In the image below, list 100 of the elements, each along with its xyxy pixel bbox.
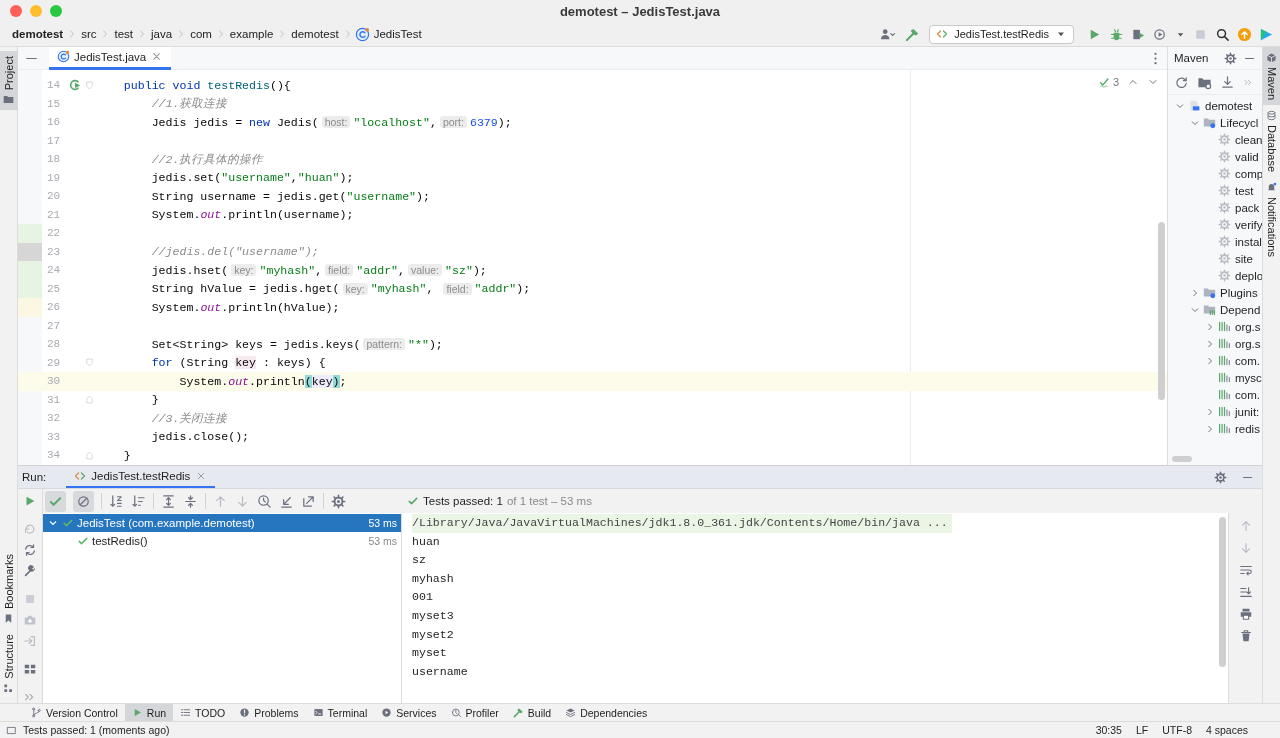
tool-window-button[interactable]: Bookmarks [0, 549, 18, 630]
breadcrumb[interactable]: demotest [10, 28, 66, 40]
tree-item[interactable]: clean [1235, 133, 1262, 146]
change-marker[interactable] [18, 298, 42, 317]
cycle-icon[interactable] [23, 543, 37, 557]
tree-item[interactable]: comp [1235, 167, 1262, 180]
line-separator[interactable]: LF [1135, 724, 1149, 736]
triangle-icon[interactable] [1259, 26, 1274, 42]
tree-item[interactable]: Depend [1220, 303, 1261, 316]
tool-window-button[interactable]: Maven [1262, 47, 1280, 106]
tool-window-button[interactable]: Build [505, 703, 559, 722]
breadcrumb[interactable]: src [79, 28, 99, 40]
tree-item[interactable]: instal [1235, 235, 1262, 248]
wrench-icon[interactable] [23, 564, 37, 578]
tree-item[interactable]: com. [1235, 354, 1260, 367]
breadcrumb[interactable]: java [149, 28, 175, 40]
settings-icon[interactable] [331, 493, 346, 509]
export-icon[interactable] [301, 493, 316, 509]
tool-window-button[interactable]: TODO [173, 703, 233, 722]
tree-item[interactable]: org.s [1235, 320, 1261, 333]
scrollbar[interactable] [1219, 517, 1226, 667]
indent-setting[interactable]: 4 spaces [1205, 724, 1248, 736]
camera-icon[interactable] [23, 613, 37, 627]
collapse-all-icon[interactable] [183, 493, 198, 509]
tool-window-button[interactable]: Dependencies [558, 703, 655, 722]
change-marker[interactable] [18, 261, 42, 280]
tool-window-button[interactable]: Terminal [305, 703, 375, 722]
test-tree-row[interactable]: testRedis() 53 ms [43, 532, 401, 550]
editor-tab[interactable]: JedisTest.java [49, 46, 172, 70]
settings-icon[interactable] [1224, 51, 1237, 65]
tree-item[interactable]: test [1235, 184, 1254, 197]
exit-icon[interactable] [23, 634, 37, 648]
breadcrumb[interactable]: test [112, 28, 135, 40]
layout-icon[interactable] [23, 662, 37, 676]
history-icon[interactable] [257, 493, 272, 509]
caret-position[interactable]: 30:35 [1095, 724, 1122, 736]
refresh-icon[interactable] [1174, 74, 1189, 90]
tool-window-button[interactable]: Run [124, 703, 174, 722]
breadcrumb[interactable]: example [227, 28, 276, 40]
window-icon[interactable] [6, 724, 17, 736]
arrow-up-icon[interactable] [213, 493, 228, 509]
tool-window-button[interactable]: Project [0, 51, 18, 111]
tool-window-button[interactable]: Database [1262, 105, 1280, 178]
breadcrumb[interactable]: demotest [289, 28, 341, 40]
scrollbar[interactable] [1172, 456, 1192, 462]
print-icon[interactable] [1238, 607, 1253, 621]
tool-window-button[interactable]: Services [374, 703, 444, 722]
close-window-button[interactable] [10, 5, 22, 17]
trash-icon[interactable] [1238, 629, 1253, 643]
tree-item[interactable]: deplo [1235, 269, 1262, 282]
breadcrumb[interactable]: com [188, 28, 214, 40]
tree-item[interactable]: redis [1235, 422, 1260, 435]
show-ignored-toggle[interactable] [73, 490, 94, 512]
show-passed-toggle[interactable] [45, 490, 66, 512]
tree-item[interactable]: Lifecycl [1220, 116, 1259, 129]
tree-item[interactable]: site [1235, 252, 1253, 265]
tool-window-button[interactable]: Notifications [1262, 177, 1280, 263]
fold-icon[interactable] [84, 357, 95, 369]
tree-item[interactable]: verify [1235, 218, 1262, 231]
tree-item[interactable]: valid [1235, 150, 1259, 163]
run-test-icon[interactable] [68, 78, 82, 93]
rerun-icon[interactable] [23, 522, 37, 536]
console-output: myhash [412, 570, 454, 587]
tree-item[interactable]: junit: [1235, 405, 1260, 418]
update-icon[interactable] [1237, 26, 1252, 42]
sort-by-duration-icon[interactable] [131, 493, 146, 509]
fold-icon[interactable] [84, 394, 95, 406]
tree-item[interactable]: org.s [1235, 337, 1261, 350]
tree-item[interactable]: pack [1235, 201, 1260, 214]
tool-window-button[interactable]: Problems [232, 703, 306, 722]
change-marker[interactable] [18, 224, 42, 243]
tree-item[interactable]: demotest [1205, 99, 1253, 112]
fold-icon[interactable] [84, 79, 95, 91]
tool-window-button[interactable]: Version Control [24, 703, 125, 722]
zoom-window-button[interactable] [50, 5, 62, 17]
expand-all-icon[interactable] [161, 493, 176, 509]
inspection-status[interactable]: 3 [1098, 76, 1119, 88]
fold-icon[interactable] [84, 449, 95, 461]
tree-item[interactable]: Plugins [1220, 286, 1258, 299]
soft-wrap-icon[interactable] [1238, 563, 1253, 577]
scrollbar[interactable] [1158, 222, 1165, 400]
tool-window-button[interactable]: Profiler [443, 703, 506, 722]
bug-icon[interactable] [1109, 26, 1124, 42]
tree-item[interactable]: mysc [1235, 371, 1262, 384]
minimize-window-button[interactable] [30, 5, 42, 17]
tree-item[interactable]: com. [1235, 388, 1260, 401]
file-encoding[interactable]: UTF-8 [1162, 724, 1192, 736]
tool-window-button[interactable]: Structure [0, 629, 18, 699]
breadcrumb[interactable]: JedisTest [371, 28, 424, 40]
test-tree-row[interactable]: JedisTest (com.example.demotest) 53 ms [43, 514, 401, 532]
stop-icon[interactable] [23, 592, 37, 606]
download-icon[interactable] [1220, 74, 1235, 90]
scroll-to-end-icon[interactable] [1238, 585, 1253, 599]
settings-icon[interactable] [1214, 470, 1227, 484]
arrow-down-icon[interactable] [235, 493, 250, 509]
sort-alphabetically-icon[interactable] [109, 493, 124, 509]
run-configuration-dropdown[interactable]: JedisTest.testRedis [929, 24, 1074, 44]
hammer-icon[interactable] [905, 26, 921, 42]
search-icon[interactable] [1215, 26, 1230, 42]
profile-icon[interactable] [1153, 26, 1168, 42]
